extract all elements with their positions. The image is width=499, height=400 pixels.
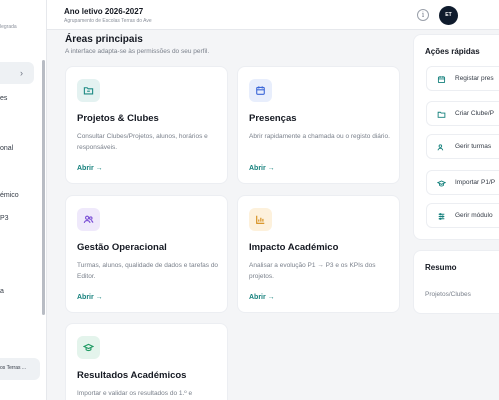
graduation-cap-icon: [77, 336, 100, 359]
sidebar-item-active-bg[interactable]: [0, 62, 34, 84]
quick-action-label: Importar P1/P: [455, 179, 496, 186]
summary-panel: Resumo Projetos/Clubes: [413, 250, 499, 314]
card-description: Consultar Clubes/Projetos, alunos, horár…: [77, 133, 208, 151]
info-icon[interactable]: i: [417, 9, 429, 21]
section-subtitle: A interface adapta-se às permissões do s…: [65, 48, 210, 55]
summary-title: Resumo: [425, 263, 457, 272]
card-description: Abrir rapidamente a chamada ou o registo…: [249, 133, 390, 140]
card-description: Analisar a evolução P1 → P3 e os KPIs do…: [249, 262, 376, 280]
quick-action-gerir-modulos[interactable]: Gerir módulo: [426, 203, 499, 228]
sidebar-item-label[interactable]: a: [0, 288, 4, 295]
sidebar-footer-label: os Terras ...: [0, 365, 27, 371]
card-resultados-academicos[interactable]: Resultados Académicos Importar e validar…: [65, 323, 228, 400]
open-link[interactable]: Abrir →: [249, 165, 275, 172]
open-link[interactable]: Abrir →: [249, 294, 275, 301]
bar-chart-icon: [249, 208, 272, 231]
quick-action-label: Criar Clube/P: [455, 110, 495, 117]
school-name: Agrupamento de Escolas Terras do Ave: [64, 18, 152, 24]
quick-actions-title: Ações rápidas: [425, 47, 480, 56]
quick-action-label: Registar pres: [455, 75, 494, 82]
folder-icon: [77, 79, 100, 102]
card-description: Turmas, alunos, qualidade de dados e tar…: [77, 262, 219, 280]
chevron-right-icon[interactable]: ›: [20, 68, 23, 78]
sidebar-item-label[interactable]: émico: [0, 192, 19, 199]
sidebar-item-label[interactable]: onal: [0, 145, 13, 152]
sidebar-scrollbar[interactable]: [42, 60, 45, 315]
avatar[interactable]: ET: [439, 6, 458, 25]
calendar-icon: [436, 74, 446, 84]
card-presencas[interactable]: Presenças Abrir rapidamente a chamada ou…: [237, 66, 400, 184]
sidebar-item-label[interactable]: P3: [0, 215, 9, 222]
top-header: Ano letivo 2026-2027 Agrupamento de Esco…: [47, 0, 499, 30]
card-description: Importar e validar os resultados do 1.º …: [77, 390, 193, 397]
card-title: Gestão Operacional: [77, 242, 167, 253]
folder-icon: [436, 109, 446, 119]
graduation-cap-icon: [436, 178, 446, 188]
sidebar-school-selector[interactable]: os Terras ...: [0, 358, 40, 380]
sidebar-subtitle: legrada: [0, 24, 17, 30]
card-title: Resultados Académicos: [77, 370, 187, 381]
quick-action-label: Gerir módulo: [455, 212, 493, 219]
quick-action-label: Gerir turmas: [455, 143, 492, 150]
card-title: Impacto Académico: [249, 242, 339, 253]
sliders-icon: [436, 211, 446, 221]
users-icon: [436, 142, 446, 152]
open-link[interactable]: Abrir →: [77, 294, 103, 301]
sidebar-item-label[interactable]: es: [0, 95, 7, 102]
open-link[interactable]: Abrir →: [77, 165, 103, 172]
users-icon: [77, 208, 100, 231]
quick-action-gerir-turmas[interactable]: Gerir turmas: [426, 134, 499, 159]
page-title: Ano letivo 2026-2027: [64, 7, 144, 16]
card-gestao-operacional[interactable]: Gestão Operacional Turmas, alunos, quali…: [65, 195, 228, 313]
card-projetos-clubes[interactable]: Projetos & Clubes Consultar Clubes/Proje…: [65, 66, 228, 184]
card-impacto-academico[interactable]: Impacto Académico Analisar a evolução P1…: [237, 195, 400, 313]
card-title: Presenças: [249, 113, 297, 124]
summary-row-label: Projetos/Clubes: [425, 291, 471, 298]
calendar-icon: [249, 79, 272, 102]
quick-action-importar[interactable]: Importar P1/P: [426, 170, 499, 195]
card-title: Projetos & Clubes: [77, 113, 159, 124]
quick-action-registar-presencas[interactable]: Registar pres: [426, 66, 499, 91]
section-title: Áreas principais: [65, 34, 143, 45]
sidebar: legrada › es onal émico P3 a os Terras .…: [0, 0, 47, 400]
quick-action-criar-clube[interactable]: Criar Clube/P: [426, 101, 499, 126]
quick-actions-panel: Ações rápidas Registar pres Criar Clube/…: [413, 34, 499, 240]
